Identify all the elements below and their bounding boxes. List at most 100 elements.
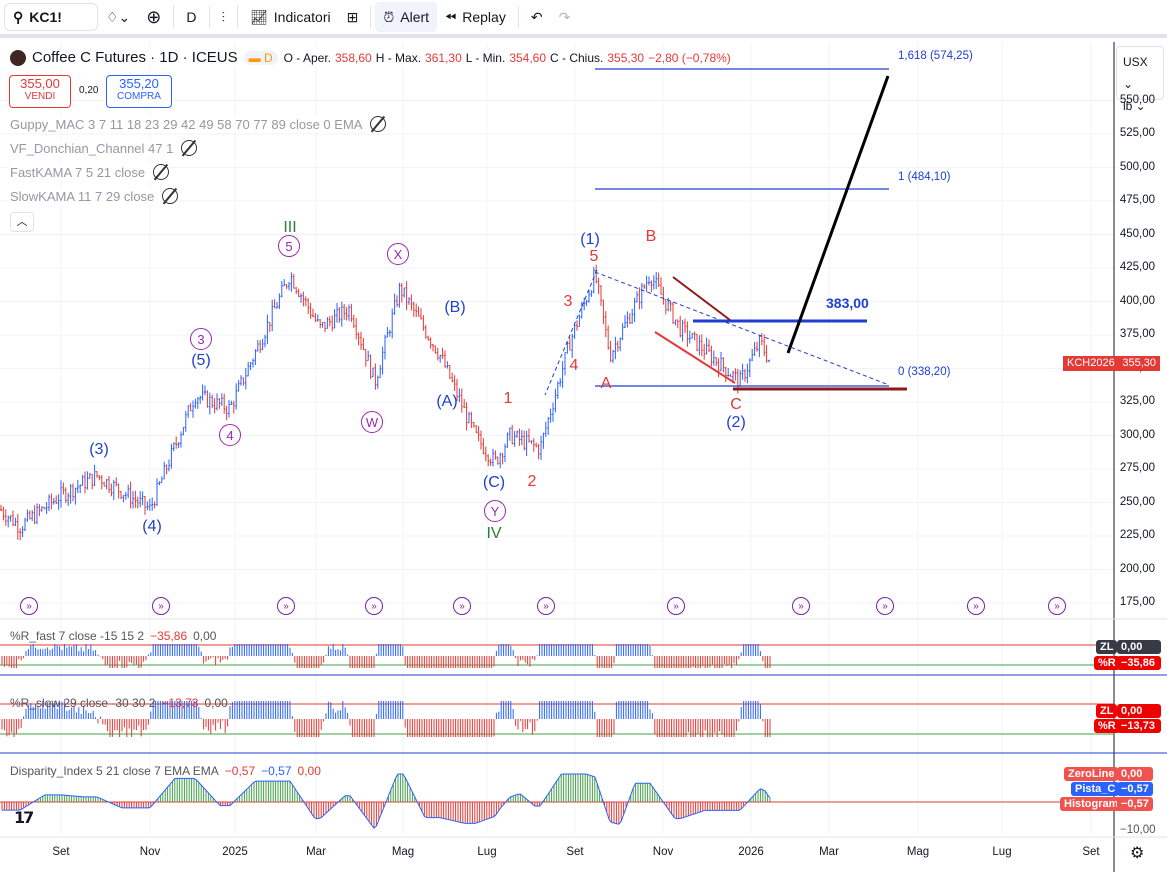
pane-title: %R_fast 7 close -15 15 2 <box>10 629 145 643</box>
wave-label: 5 <box>589 248 599 265</box>
r-label: %R <box>1094 719 1120 733</box>
time-axis-label: Nov <box>652 846 674 858</box>
sell-label: VENDI <box>24 91 56 102</box>
event-arrow-icon[interactable]: » <box>792 597 810 615</box>
event-arrow-icon[interactable]: » <box>20 597 38 615</box>
pista-label: Pista_C <box>1071 782 1120 796</box>
price-axis-label: 200,00 <box>1119 562 1155 575</box>
buy-button[interactable]: 355,20 COMPRA <box>106 75 172 108</box>
r-label: %R <box>1094 656 1120 670</box>
pane-value: −0,57 <box>261 764 292 778</box>
indicator-legend-donchian[interactable]: VF_Donchian_Channel 47 1 <box>10 140 198 156</box>
wave-label: (1) <box>580 231 600 248</box>
redo-icon: ↷ <box>558 8 571 25</box>
unit-selector[interactable]: USX ⌄ lb ⌄ <box>1116 46 1164 113</box>
price-axis-label: 450,00 <box>1119 227 1155 240</box>
price-axis-label: 375,00 <box>1119 328 1155 340</box>
symbol-search[interactable]: ⚲ KC1! <box>4 3 98 31</box>
wave-label: (C) <box>482 474 506 491</box>
wave-label: 5 <box>278 235 300 257</box>
time-axis-label: Set <box>52 846 70 858</box>
price-axis-label: 275,00 <box>1119 462 1155 474</box>
indicator-legend-guppy[interactable]: Guppy_MAC 3 7 11 18 23 29 42 49 58 70 77… <box>10 116 387 132</box>
time-axis-label: 2025 <box>222 846 248 858</box>
event-arrow-icon[interactable]: » <box>1048 597 1066 615</box>
wave-label: B <box>645 228 657 245</box>
price-axis-label: 175,00 <box>1119 596 1155 608</box>
high-value: 361,30 <box>425 50 462 65</box>
wave-label: 3 <box>563 293 573 310</box>
disparity-axis-label: −10,00 <box>1120 824 1156 836</box>
projection-line <box>786 75 890 354</box>
settings-gear-icon[interactable]: ⚙ <box>1130 843 1144 863</box>
wave-label: 4 <box>219 424 241 446</box>
time-axis-label: Set <box>1082 846 1100 858</box>
event-arrow-icon[interactable]: » <box>365 597 383 615</box>
currency-label: USX <box>1123 55 1148 69</box>
r-value: −13,73 <box>1117 719 1161 733</box>
top-toolbar: ⚲ KC1! ♢⌄ ⊕ D ⫶ 📈︎ Indicatori ⊞ ⏰︎ Alert ⏪︎… <box>0 0 1167 38</box>
r-value: −35,86 <box>1117 656 1161 670</box>
wave-label: (3) <box>89 441 109 458</box>
indicator-label: VF_Donchian_Channel 47 1 <box>10 140 174 156</box>
indicators-button[interactable]: 📈︎ Indicatori <box>242 2 339 32</box>
wave-label: 1 <box>503 390 513 407</box>
alert-button[interactable]: ⏰︎ Alert <box>375 2 438 32</box>
currency-select[interactable]: USX ⌄ <box>1123 51 1157 95</box>
undo-icon: ↶ <box>530 8 543 25</box>
pane-value: −35,86 <box>150 629 188 643</box>
tradingview-logo[interactable]: 𝟭𝟳 <box>14 808 34 828</box>
pane-value: 0,00 <box>193 629 217 643</box>
close-value: 355,30 <box>607 50 645 65</box>
pane-wr-fast-legend: %R_fast 7 close -15 15 2 −35,86 0,00 <box>10 629 216 643</box>
wave-label: IV <box>486 525 502 542</box>
indicator-legend-fastkama[interactable]: FastKAMA 7 5 21 close <box>10 164 170 180</box>
hidden-eye-icon[interactable] <box>370 116 387 132</box>
indicator-legend-slowkama[interactable]: SlowKAMA 11 7 29 close <box>10 188 179 204</box>
time-axis-label: Lug <box>992 846 1012 858</box>
hidden-eye-icon[interactable] <box>153 164 170 180</box>
indicator-label: SlowKAMA 11 7 29 close <box>10 188 155 204</box>
grid-icon: ⊞ <box>346 8 359 25</box>
hidden-eye-icon[interactable] <box>181 140 198 156</box>
time-axis-label: Mag <box>906 846 930 858</box>
wave-label: C <box>730 396 742 413</box>
chart-icon: 📈︎ <box>250 8 268 25</box>
alarm-icon: ⏰︎ <box>383 8 395 25</box>
time-axis-label: Lug <box>477 846 497 858</box>
time-axis-label: Mar <box>819 846 839 858</box>
hidden-eye-icon[interactable] <box>162 188 179 204</box>
symbol-header: Coffee C Futures · 1D · ICEUS ▬ D O - Ap… <box>10 49 731 66</box>
pane-title: Disparity_Index 5 21 close 7 EMA EMA <box>10 764 219 778</box>
event-arrow-icon[interactable]: » <box>667 597 685 615</box>
pane-wr-slow-legend: %R_slow 29 close -30 30 2 −13,73 0,00 <box>10 696 228 710</box>
event-arrow-icon[interactable]: » <box>277 597 295 615</box>
layouts-button[interactable]: ⊞ <box>339 2 367 32</box>
event-arrow-icon[interactable]: » <box>453 597 471 615</box>
interval-button[interactable]: D <box>178 2 204 32</box>
bar-style-button[interactable]: ⫶ <box>214 2 234 32</box>
event-arrow-icon[interactable]: » <box>152 597 170 615</box>
pane-value: 0,00 <box>204 696 228 710</box>
event-arrow-icon[interactable]: » <box>537 597 555 615</box>
sell-button[interactable]: 355,00 VENDI <box>9 75 71 108</box>
zl-label: ZL <box>1096 704 1118 718</box>
wave-label: (B) <box>444 299 466 316</box>
time-axis-label: Mar <box>306 846 326 858</box>
replay-button[interactable]: ⏪︎ Replay <box>437 2 514 32</box>
price-axis-label: 425,00 <box>1119 261 1155 273</box>
add-symbol-button[interactable]: ⊕ <box>138 2 169 32</box>
open-label: O - Aper. <box>283 50 331 65</box>
redo-button[interactable]: ↷ <box>551 2 579 32</box>
price-tag-value: 355,30 <box>1122 357 1156 369</box>
collapse-legend-button[interactable]: ︿ <box>10 212 34 232</box>
wave-label: A <box>600 375 612 392</box>
event-arrow-icon[interactable]: » <box>876 597 894 615</box>
pista-value: −0,57 <box>1117 782 1153 796</box>
fib-level-1618: 1,618 (574,25) <box>898 50 973 62</box>
chart-canvas[interactable] <box>0 42 1167 872</box>
compare-button[interactable]: ♢⌄ <box>98 2 138 32</box>
undo-button[interactable]: ↶ <box>523 2 551 32</box>
event-arrow-icon[interactable]: » <box>967 597 985 615</box>
wave-label: Y <box>484 500 506 522</box>
